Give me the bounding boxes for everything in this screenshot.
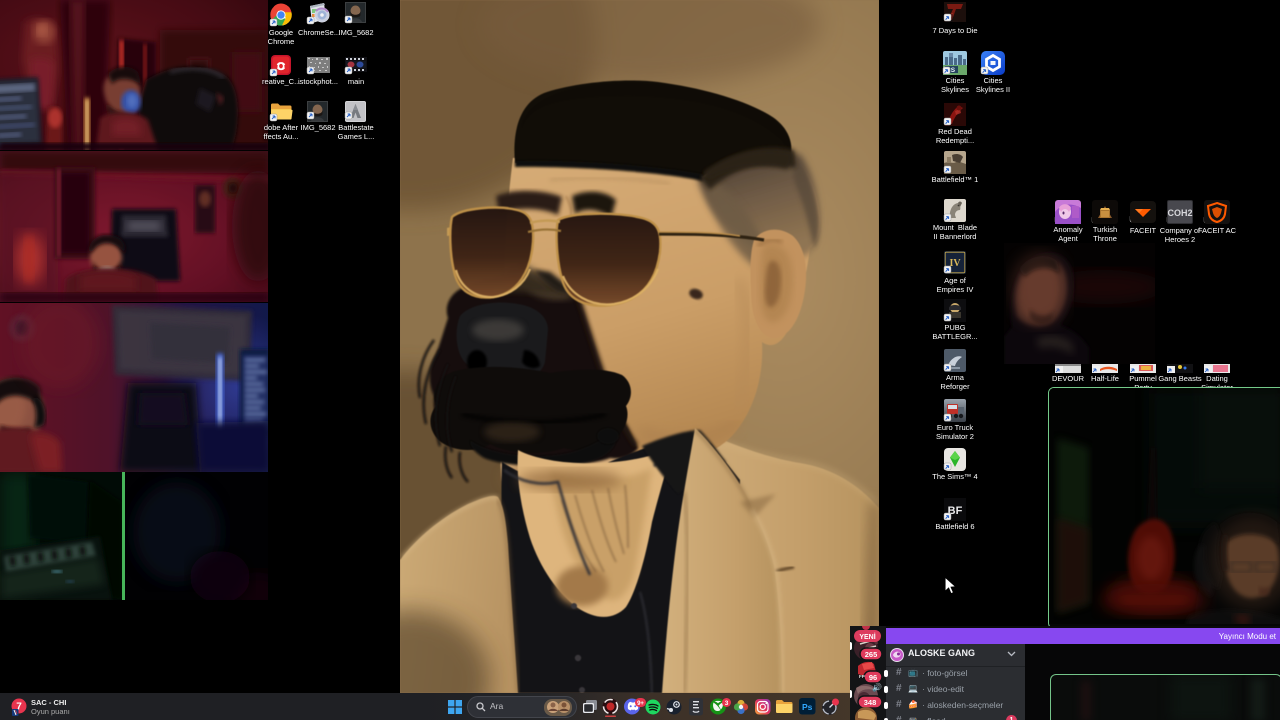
svg-text:9+: 9+ [637, 701, 644, 707]
svg-text:265: 265 [865, 650, 878, 659]
svg-text:3: 3 [725, 700, 729, 707]
svg-text:Ps: Ps [802, 702, 813, 712]
svg-text:348: 348 [864, 698, 877, 707]
svg-text:COH2: COH2 [1167, 208, 1192, 218]
svg-text:FP: FP [859, 674, 865, 679]
svg-text:96: 96 [869, 673, 877, 682]
svg-text:YENİ: YENİ [859, 633, 875, 641]
svg-text:🔊: 🔊 [872, 682, 882, 692]
